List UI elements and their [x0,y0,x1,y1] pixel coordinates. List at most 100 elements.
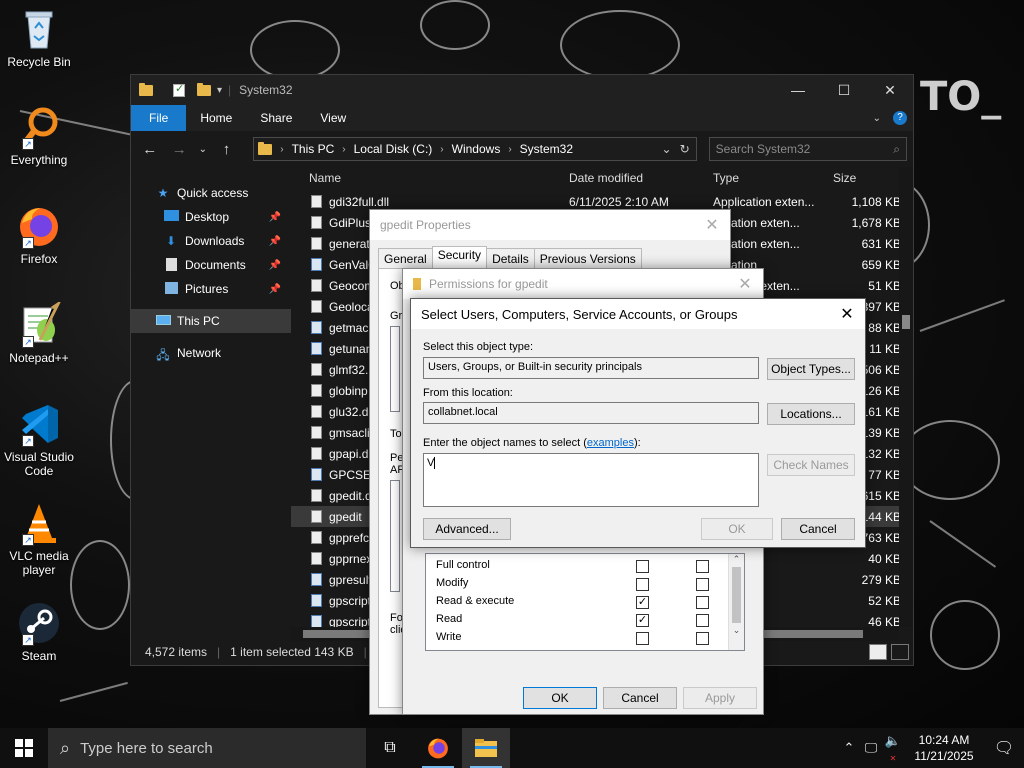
desktop-icon-vlc[interactable]: ↗ VLC media player [4,500,74,577]
customize-qat-icon[interactable]: ▾ [217,85,222,96]
nav-this-pc[interactable]: This PC [131,309,291,333]
refresh-icon[interactable]: ↻ [680,142,690,156]
nav-network[interactable]: 🖧 Network [131,341,291,365]
breadcrumb-system32[interactable]: System32 [520,142,573,156]
vertical-scrollbar[interactable] [899,167,913,627]
details-view-icon[interactable] [869,644,887,660]
allow-checkbox[interactable] [636,632,649,645]
search-box[interactable]: Search System32 ⌕ [708,137,908,161]
back-arrow-icon[interactable]: ← [137,141,163,158]
tab-general[interactable]: General [378,248,433,270]
allow-checkbox[interactable] [636,578,649,591]
search-icon: ⌕ [893,141,901,156]
start-button[interactable] [0,728,48,768]
address-dropdown-icon[interactable]: ⌄ [662,142,672,156]
column-name[interactable]: Name [309,171,341,185]
allow-checkbox[interactable]: ✓ [636,614,649,627]
breadcrumb-windows[interactable]: Windows [452,142,501,156]
new-folder-icon[interactable] [197,82,211,96]
close-icon[interactable]: ✕ [694,215,730,235]
taskbar-file-explorer[interactable] [462,728,510,768]
column-type[interactable]: Type [713,171,739,185]
tab-share[interactable]: Share [246,105,306,131]
ok-button[interactable]: OK [701,518,773,540]
tab-details[interactable]: Details [486,248,535,270]
deny-checkbox[interactable] [696,614,709,627]
check-names-button[interactable]: Check Names [767,454,855,476]
file-name: gpedit [329,510,362,524]
deny-checkbox[interactable] [696,596,709,609]
nav-quick-access[interactable]: ★ Quick access [131,181,291,205]
dialog-title-bar[interactable]: gpedit Properties ✕ [370,210,730,240]
desktop-icon-firefox[interactable]: ↗ Firefox [4,203,74,266]
column-date-modified[interactable]: Date modified [569,171,643,185]
object-types-button[interactable]: Object Types... [767,358,855,380]
recent-locations-icon[interactable]: ⌄ [196,144,210,155]
desktop-icon-everything[interactable]: ↗ Everything [4,104,74,167]
deny-checkbox[interactable] [696,578,709,591]
clock[interactable]: 10:24 AM 11/21/2025 [904,732,984,764]
file-icon [311,405,322,418]
cancel-button[interactable]: Cancel [781,518,855,540]
nav-documents[interactable]: Documents 📌 [131,253,291,277]
examples-link[interactable]: examples [587,437,634,449]
up-arrow-icon[interactable]: ↑ [214,141,240,158]
file-icon [311,384,322,397]
desktop-icon-notepad-plus-plus[interactable]: ↗ Notepad++ [4,299,74,365]
desktop-icon-recycle-bin[interactable]: Recycle Bin [4,6,74,69]
expand-ribbon-icon[interactable]: ⌄ [873,113,881,124]
deny-checkbox[interactable] [696,560,709,573]
breadcrumb-this-pc[interactable]: This PC [292,142,335,156]
locations-button[interactable]: Locations... [767,403,855,425]
file-size: 77 KB [868,468,901,482]
close-icon[interactable]: ✕ [867,75,913,105]
advanced-button[interactable]: Advanced... [423,518,511,540]
maximize-icon[interactable]: ☐ [821,75,867,105]
breadcrumb-local-disk[interactable]: Local Disk (C:) [354,142,433,156]
help-icon[interactable]: ? [893,111,907,125]
large-icons-view-icon[interactable] [891,644,909,660]
apply-button[interactable]: Apply [683,687,757,709]
network-icon[interactable]: 🖵 [860,740,882,756]
tab-view[interactable]: View [306,105,360,131]
tab-home[interactable]: Home [186,105,246,131]
address-bar[interactable]: › This PC › Local Disk (C:) › Windows › … [253,137,697,161]
object-names-input[interactable]: V [423,453,759,507]
tab-file[interactable]: File [131,105,187,131]
allow-checkbox[interactable]: ✓ [636,596,649,609]
close-icon[interactable]: ✕ [727,274,763,294]
nav-desktop[interactable]: Desktop 📌 [131,205,291,229]
ok-button[interactable]: OK [523,687,597,709]
cancel-button[interactable]: Cancel [603,687,677,709]
notifications-icon[interactable]: 🗨 [984,738,1024,758]
file-icon [311,468,322,481]
taskbar-search-box[interactable]: ⌕ Type here to search [48,728,366,768]
pin-icon[interactable]: 📌 [269,236,281,247]
desktop-icon-steam[interactable]: ↗ Steam [4,600,74,663]
minimize-icon[interactable]: — [775,75,821,105]
allow-checkbox[interactable] [636,560,649,573]
nav-downloads[interactable]: ⬇ Downloads 📌 [131,229,291,253]
taskbar-firefox[interactable] [414,728,462,768]
dialog-title-bar[interactable]: Permissions for gpedit ✕ [403,269,763,299]
pin-icon[interactable]: 📌 [269,284,281,295]
properties-icon[interactable] [173,82,185,97]
dialog-title-bar[interactable]: Select Users, Computers, Service Account… [411,299,865,329]
close-icon[interactable]: ✕ [829,304,865,324]
column-size[interactable]: Size [833,171,856,185]
forward-arrow-icon[interactable]: → [167,141,193,158]
tab-previous-versions[interactable]: Previous Versions [533,248,642,270]
tab-security[interactable]: Security [431,246,488,270]
explorer-title-bar[interactable]: ▾ | System32 — ☐ ✕ [131,75,913,105]
permissions-scrollbar[interactable]: ⌃ ⌄ [728,554,744,650]
file-name: gpedit.d [329,489,372,503]
show-hidden-icons-icon[interactable]: ⌃ [838,740,860,756]
task-view-button[interactable]: ⧉ [366,728,414,768]
deny-checkbox[interactable] [696,632,709,645]
nav-pictures[interactable]: Pictures 📌 [131,277,291,301]
task-view-icon: ⧉ [384,739,396,756]
desktop-icon-vscode[interactable]: ↗ Visual Studio Code [4,401,74,478]
pin-icon[interactable]: 📌 [269,260,281,271]
volume-muted-icon[interactable]: 🔈✕ [882,733,904,764]
pin-icon[interactable]: 📌 [269,212,281,223]
